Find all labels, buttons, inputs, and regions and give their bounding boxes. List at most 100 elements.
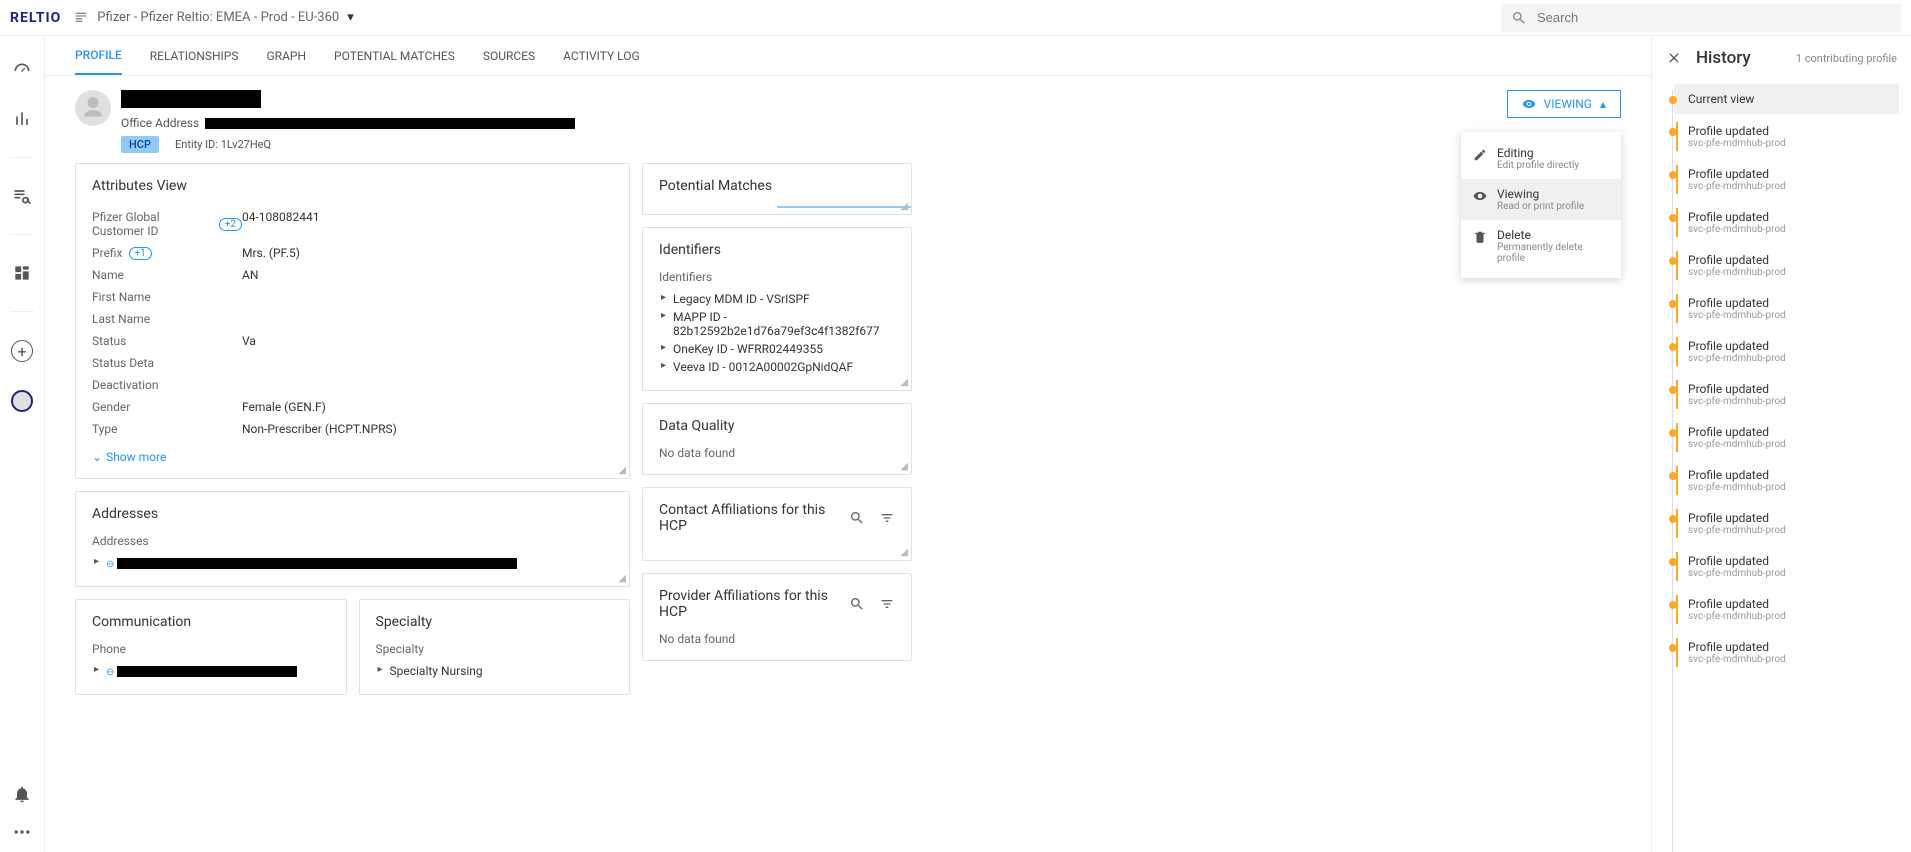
specialty-card: Specialty Specialty Specialty Nursing: [359, 599, 631, 695]
search-input[interactable]: [1537, 10, 1891, 25]
filter-icon[interactable]: [879, 510, 895, 526]
loading-indicator: [643, 206, 911, 208]
communication-card: Communication Phone ⊖: [75, 599, 347, 695]
timeline-item[interactable]: Profile updatedsvc-pfe-mdmhub-prod: [1674, 589, 1899, 630]
profile-name: [121, 90, 261, 108]
dropdown-viewing[interactable]: ViewingRead or print profile: [1461, 179, 1621, 220]
identifier-item[interactable]: OneKey ID - WFRR02449355: [659, 340, 895, 358]
chevron-up-icon: ▴: [1600, 97, 1606, 111]
main-content: PROFILE RELATIONSHIPS GRAPH POTENTIAL MA…: [45, 36, 1651, 852]
chevron-down-icon[interactable]: ▾: [347, 10, 354, 25]
bell-icon[interactable]: [12, 784, 32, 804]
timeline-item[interactable]: Profile updatedsvc-pfe-mdmhub-prod: [1674, 245, 1899, 286]
dashboard-icon[interactable]: [12, 61, 32, 81]
dropdown-delete[interactable]: DeletePermanently delete profile: [1461, 220, 1621, 272]
history-title: History: [1696, 48, 1751, 68]
timeline-item[interactable]: Profile updatedsvc-pfe-mdmhub-prod: [1674, 546, 1899, 587]
count-badge: +2: [219, 218, 242, 231]
data-quality-card: Data Quality No data found ◢: [642, 403, 912, 475]
pencil-icon: [1473, 148, 1487, 162]
search-icon: [1511, 10, 1527, 26]
identifier-item[interactable]: Veeva ID - 0012A00002GpNidQAF: [659, 358, 895, 376]
timeline-item[interactable]: Profile updatedsvc-pfe-mdmhub-prod: [1674, 331, 1899, 372]
more-icon[interactable]: [12, 822, 32, 842]
attribute-row: Last Name: [92, 308, 613, 330]
entity-id: Entity ID: 1Lv27HeQ: [175, 138, 271, 151]
chart-icon[interactable]: [12, 109, 32, 129]
attributes-view-card: Attributes View Pfizer Global Customer I…: [75, 163, 630, 479]
chevron-down-icon: ⌄: [92, 450, 102, 464]
attribute-row: NameAN: [92, 264, 613, 286]
timeline-item[interactable]: Profile updatedsvc-pfe-mdmhub-prod: [1674, 116, 1899, 157]
hcp-tag: HCP: [121, 136, 159, 153]
attribute-row: First Name: [92, 286, 613, 308]
search-icon[interactable]: [849, 510, 865, 526]
left-nav: +: [0, 36, 45, 852]
close-icon[interactable]: [1666, 50, 1682, 66]
resize-handle-icon: ◢: [900, 377, 908, 388]
eye-icon: [1473, 189, 1487, 203]
timeline-item[interactable]: Profile updatedsvc-pfe-mdmhub-prod: [1674, 632, 1899, 673]
timeline-item[interactable]: Profile updatedsvc-pfe-mdmhub-prod: [1674, 417, 1899, 458]
trash-icon: [1473, 230, 1487, 244]
identifiers-card: Identifiers Identifiers Legacy MDM ID - …: [642, 227, 912, 391]
topbar: RELTIO Pfizer - Pfizer Reltio: EMEA - Pr…: [0, 0, 1911, 36]
tenant-icon: [73, 10, 89, 26]
tab-relationships[interactable]: RELATIONSHIPS: [150, 36, 239, 75]
attribute-row: Status Deta: [92, 352, 613, 374]
identifier-item[interactable]: MAPP ID - 82b12592b2e1d76a79ef3c4f1382f6…: [659, 308, 895, 340]
timeline-item[interactable]: Profile updatedsvc-pfe-mdmhub-prod: [1674, 374, 1899, 415]
card-title: Attributes View: [92, 178, 613, 194]
resize-handle-icon: ◢: [900, 547, 908, 558]
timeline-item[interactable]: Profile updatedsvc-pfe-mdmhub-prod: [1674, 503, 1899, 544]
resize-handle-icon: ◢: [618, 465, 626, 476]
tab-potential-matches[interactable]: POTENTIAL MATCHES: [334, 36, 455, 75]
identifier-item[interactable]: Legacy MDM ID - VSrISPF: [659, 290, 895, 308]
count-badge: +1: [129, 247, 152, 260]
tab-sources[interactable]: SOURCES: [483, 36, 535, 75]
current-user-avatar[interactable]: [11, 390, 33, 412]
tabs: PROFILE RELATIONSHIPS GRAPH POTENTIAL MA…: [45, 36, 1651, 76]
timeline-item[interactable]: Profile updatedsvc-pfe-mdmhub-prod: [1674, 202, 1899, 243]
attribute-row: Deactivation: [92, 374, 613, 396]
filter-icon[interactable]: [879, 596, 895, 612]
attribute-row: Pfizer Global Customer ID+204-108082441: [92, 206, 613, 242]
search-icon[interactable]: [849, 596, 865, 612]
attribute-row: StatusVa: [92, 330, 613, 352]
timeline-item[interactable]: Profile updatedsvc-pfe-mdmhub-prod: [1674, 159, 1899, 200]
history-panel: History 1 contributing profile Current v…: [1651, 36, 1911, 852]
contact-affiliations-card: Contact Affiliations for this HCP ◢: [642, 487, 912, 561]
attribute-row: Prefix+1Mrs. (PF.5): [92, 242, 613, 264]
grid-icon[interactable]: [12, 263, 32, 283]
logo: RELTIO: [10, 10, 61, 26]
timeline-item[interactable]: Profile updatedsvc-pfe-mdmhub-prod: [1674, 288, 1899, 329]
attribute-row: GenderFemale (GEN.F): [92, 396, 613, 418]
tab-profile[interactable]: PROFILE: [75, 36, 122, 75]
timeline-item[interactable]: Profile updatedsvc-pfe-mdmhub-prod: [1674, 460, 1899, 501]
phone-item[interactable]: ⊖: [92, 662, 330, 680]
attribute-row: TypeNon-Prescriber (HCPT.NPRS): [92, 418, 613, 440]
timeline[interactable]: Current viewProfile updatedsvc-pfe-mdmhu…: [1652, 80, 1911, 852]
view-mode-button[interactable]: VIEWING ▴: [1507, 90, 1621, 118]
address-item[interactable]: ⊖: [92, 554, 613, 572]
profile-avatar: [75, 90, 111, 126]
provider-affiliations-card: Provider Affiliations for this HCP No da…: [642, 573, 912, 661]
specialty-item: Specialty Nursing: [376, 662, 614, 680]
tab-activity-log[interactable]: ACTIVITY LOG: [563, 36, 640, 75]
dropdown-editing[interactable]: EditingEdit profile directly: [1461, 138, 1621, 179]
office-address: Office Address: [121, 116, 575, 130]
addresses-card: Addresses Addresses ⊖ ◢: [75, 491, 630, 587]
resize-handle-icon: ◢: [900, 461, 908, 472]
add-button[interactable]: +: [11, 340, 33, 362]
search-list-icon[interactable]: [12, 186, 32, 206]
timeline-current[interactable]: Current view: [1674, 84, 1899, 114]
search-bar[interactable]: [1501, 4, 1901, 32]
view-mode-dropdown: EditingEdit profile directly ViewingRead…: [1461, 132, 1621, 278]
show-more-link[interactable]: ⌄ Show more: [92, 450, 613, 464]
eye-icon: [1522, 97, 1536, 111]
tenant-name[interactable]: Pfizer - Pfizer Reltio: EMEA - Prod - EU…: [97, 10, 339, 25]
resize-handle-icon: ◢: [618, 573, 626, 584]
history-subtitle: 1 contributing profile: [1796, 52, 1897, 65]
tab-graph[interactable]: GRAPH: [267, 36, 307, 75]
profile-header: Office Address HCP Entity ID: 1Lv27HeQ V…: [45, 76, 1651, 163]
